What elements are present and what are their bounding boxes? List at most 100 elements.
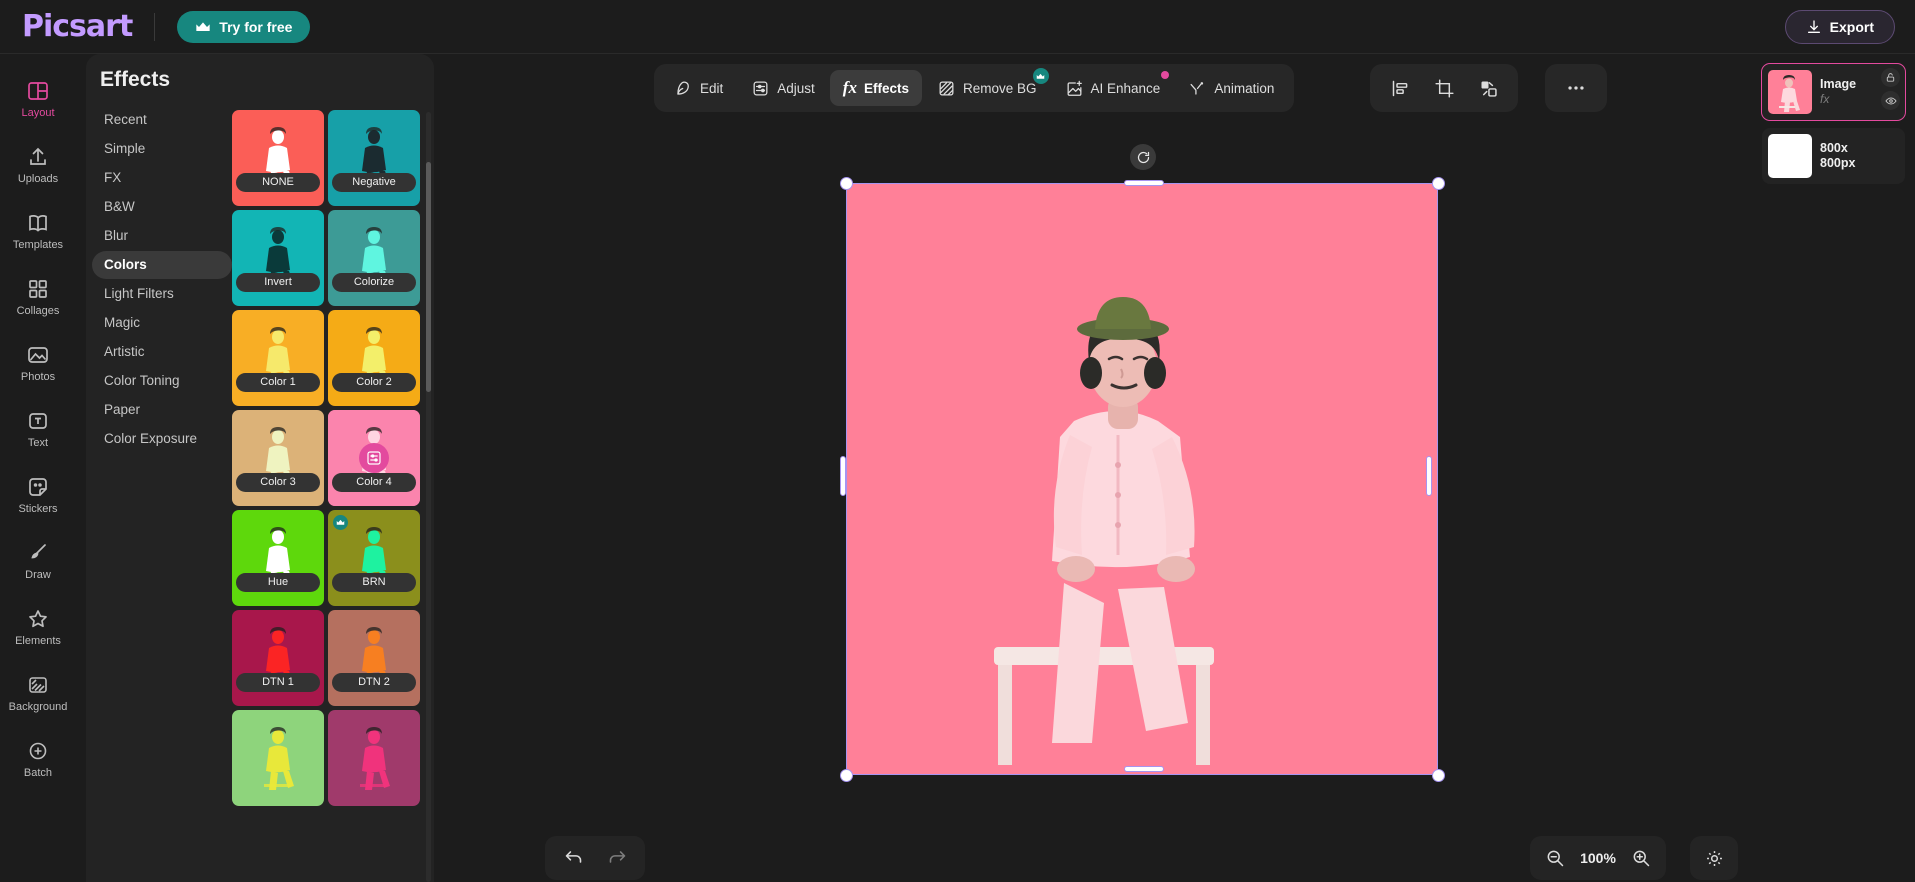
premium-crown-icon: [333, 515, 348, 530]
eye-icon[interactable]: [1881, 91, 1900, 110]
effect-thumbnail[interactable]: Color 4: [328, 410, 420, 506]
sidebar-item-photos[interactable]: Photos: [2, 330, 74, 396]
resize-handle-right[interactable]: [1426, 456, 1432, 496]
resize-handle-bottom-right[interactable]: [1432, 769, 1445, 782]
rotate-icon: [1136, 150, 1151, 165]
effects-category-artistic[interactable]: Artistic: [92, 338, 232, 366]
layer-thumbnail: [1768, 134, 1812, 178]
effects-category-color-toning[interactable]: Color Toning: [92, 367, 232, 395]
effect-label: Colorize: [332, 273, 416, 292]
effects-grid-scroll[interactable]: NONENegativeInvert Colorize Color 1Color 2…: [232, 110, 434, 882]
align-icon[interactable]: [1378, 70, 1422, 106]
toolbar-effects[interactable]: fxEffects: [830, 70, 922, 106]
effect-thumbnail[interactable]: NONE: [232, 110, 324, 206]
sidebar-item-templates[interactable]: Templates: [2, 198, 74, 264]
picsart-logo[interactable]: Picsart: [22, 9, 132, 44]
sidebar-item-stickers[interactable]: Stickers: [2, 462, 74, 528]
transform-toolbar: [1370, 64, 1518, 112]
toolbar-edit[interactable]: Edit: [661, 70, 736, 106]
flip-duplicate-icon[interactable]: [1466, 70, 1510, 106]
layers-panel: Image fx 800x 800px: [1752, 54, 1915, 882]
zoom-in-icon: [1631, 848, 1651, 868]
sidebar-item-elements[interactable]: Elements: [2, 594, 74, 660]
sidebar-item-label: Layout: [21, 107, 54, 119]
effects-category-blur[interactable]: Blur: [92, 222, 232, 250]
effect-thumbnail[interactable]: BRN: [328, 510, 420, 606]
zoom-out-icon: [1545, 848, 1565, 868]
effect-thumbnail[interactable]: DTN 1: [232, 610, 324, 706]
effects-category-b-w[interactable]: B&W: [92, 193, 232, 221]
premium-crown-icon: [1033, 68, 1049, 84]
upload-icon: [26, 145, 50, 169]
sidebar-item-label: Stickers: [18, 503, 57, 515]
effect-settings-button[interactable]: [359, 443, 389, 473]
effects-category-colors[interactable]: Colors: [92, 251, 232, 279]
ai-enhance-icon: [1065, 79, 1084, 98]
layout-icon: [26, 79, 50, 103]
undo-icon: [563, 848, 584, 869]
sidebar-item-draw[interactable]: Draw: [2, 528, 74, 594]
effect-thumbnail[interactable]: DTN 2: [328, 610, 420, 706]
effects-category-magic[interactable]: Magic: [92, 309, 232, 337]
layer-item-image[interactable]: Image fx: [1762, 64, 1905, 120]
effect-thumbnail[interactable]: Color 3: [232, 410, 324, 506]
sidebar-item-label: Elements: [15, 635, 61, 647]
effects-category-color-exposure[interactable]: Color Exposure: [92, 425, 232, 453]
try-for-free-button[interactable]: Try for free: [177, 11, 310, 43]
redo-button[interactable]: [595, 840, 639, 876]
sidebar-item-batch[interactable]: Batch: [2, 726, 74, 792]
resize-handle-top-left[interactable]: [840, 177, 853, 190]
layer-actions: [1881, 68, 1900, 110]
toolbar-adjust[interactable]: Adjust: [738, 70, 828, 106]
effects-category-simple[interactable]: Simple: [92, 135, 232, 163]
rotate-handle-button[interactable]: [1130, 144, 1156, 170]
effect-thumbnail[interactable]: Negative: [328, 110, 420, 206]
effect-thumbnail[interactable]: [232, 710, 324, 806]
effects-category-recent[interactable]: Recent: [92, 106, 232, 134]
effects-category-paper[interactable]: Paper: [92, 396, 232, 424]
canvas-settings-button[interactable]: [1690, 836, 1738, 880]
effects-category-fx[interactable]: FX: [92, 164, 232, 192]
effect-label: Color 3: [236, 473, 320, 492]
toolbar-ai-enhance[interactable]: AI Enhance: [1052, 70, 1174, 106]
more-options-button[interactable]: [1545, 64, 1607, 112]
toolbar-animation[interactable]: Animation: [1175, 70, 1287, 106]
sidebar-item-text[interactable]: Text: [2, 396, 74, 462]
effect-thumbnail[interactable]: Invert: [232, 210, 324, 306]
layer-item-canvas[interactable]: 800x 800px: [1762, 128, 1905, 184]
effects-scrollbar-thumb[interactable]: [426, 162, 431, 392]
resize-handle-bottom-left[interactable]: [840, 769, 853, 782]
toolbar-remove-bg[interactable]: Remove BG: [924, 70, 1050, 106]
undo-button[interactable]: [551, 840, 595, 876]
export-button[interactable]: Export: [1785, 10, 1895, 44]
animation-icon: [1188, 79, 1207, 98]
effect-label: Color 4: [332, 473, 416, 492]
resize-handle-bottom[interactable]: [1124, 766, 1164, 772]
resize-handle-top-right[interactable]: [1432, 177, 1445, 190]
effect-thumbnail[interactable]: Color 2: [328, 310, 420, 406]
effect-thumbnail[interactable]: Color 1: [232, 310, 324, 406]
batch-icon: [26, 739, 50, 763]
effect-thumbnail[interactable]: Hue: [232, 510, 324, 606]
crop-icon[interactable]: [1422, 70, 1466, 106]
top-bar: Picsart Try for free Export: [0, 0, 1915, 54]
sidebar-item-layout[interactable]: Layout: [2, 66, 74, 132]
resize-handle-top[interactable]: [1124, 180, 1164, 186]
effect-thumbnail[interactable]: Colorize: [328, 210, 420, 306]
artboard[interactable]: [846, 183, 1438, 775]
lock-icon[interactable]: [1881, 68, 1900, 87]
sidebar-item-collages[interactable]: Collages: [2, 264, 74, 330]
zoom-out-button[interactable]: [1540, 840, 1570, 876]
resize-handle-left[interactable]: [840, 456, 846, 496]
sidebar-item-uploads[interactable]: Uploads: [2, 132, 74, 198]
sidebar-item-background[interactable]: Background: [2, 660, 74, 726]
effect-thumbnail[interactable]: [328, 710, 420, 806]
effects-scrollbar-track[interactable]: [426, 112, 431, 882]
effects-category-light-filters[interactable]: Light Filters: [92, 280, 232, 308]
elements-icon: [26, 607, 50, 631]
zoom-level-value: 100%: [1576, 850, 1620, 866]
effect-label: DTN 1: [236, 673, 320, 692]
export-label: Export: [1830, 19, 1874, 35]
zoom-in-button[interactable]: [1626, 840, 1656, 876]
more-horizontal-icon[interactable]: [1554, 70, 1598, 106]
